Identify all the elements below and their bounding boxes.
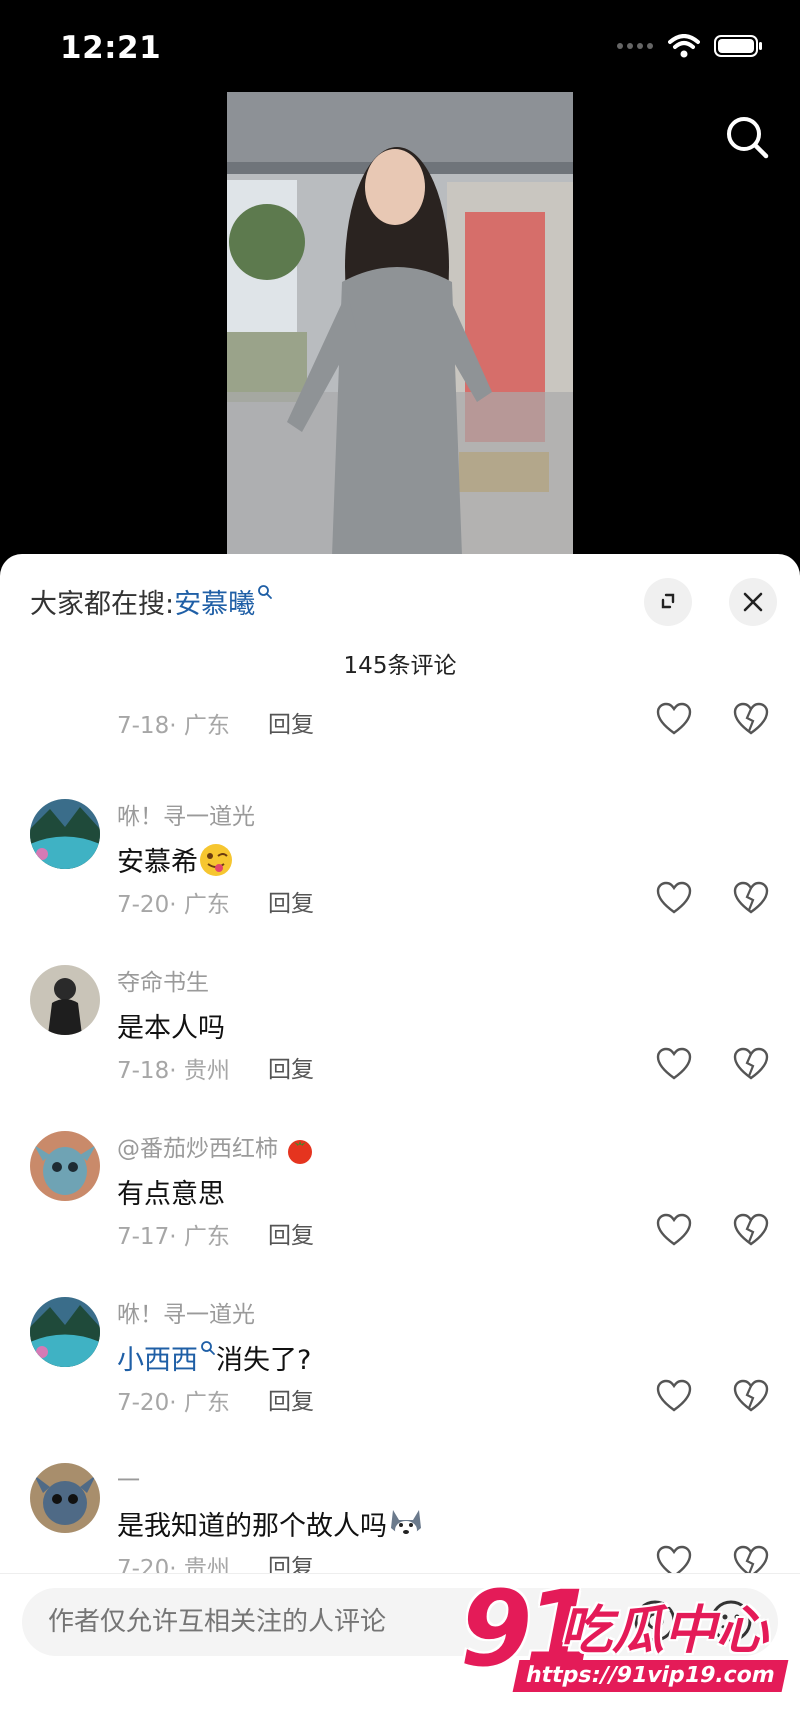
broken-heart-icon[interactable] [733, 881, 769, 915]
comment-username[interactable]: 咻！寻一道光 [117, 797, 255, 831]
wifi-icon [668, 34, 700, 58]
broken-heart-icon[interactable] [733, 702, 769, 736]
comment-meta: 7-20· 广东 [117, 892, 230, 918]
heart-icon[interactable] [656, 881, 692, 915]
tomato-emoji-icon [288, 1139, 313, 1164]
search-button[interactable] [720, 110, 776, 166]
avatar[interactable] [30, 1297, 100, 1367]
heart-icon[interactable] [656, 1047, 692, 1081]
face-with-tongue-emoji-icon [200, 843, 232, 876]
comment-username[interactable]: 咻！寻一道光 [117, 1295, 255, 1329]
broken-heart-icon[interactable] [733, 1047, 769, 1081]
avatar[interactable] [30, 1131, 100, 1201]
search-icon [727, 117, 769, 159]
reply-button[interactable]: 回复 [268, 1050, 314, 1084]
comment-item: 咻！寻一道光 安慕希 7-20· 广东 回复 [0, 787, 800, 947]
comment-text: 有点意思 [117, 1179, 225, 1210]
reply-button[interactable]: 回复 [268, 705, 314, 739]
watermark-logo: 91 吃瓜中心 https://91vip19.com [460, 1568, 789, 1702]
broken-heart-icon[interactable] [733, 1213, 769, 1247]
watermark-url: https://91vip19.com [512, 1660, 789, 1692]
small-search-icon [258, 584, 273, 599]
comments-sheet: 大家都在搜: 安慕曦 145条评论 7-18· 广东 回复 咻！寻一道光 安慕希… [0, 554, 800, 1731]
comment-item: 夺命书生 是本人吗 7-18· 贵州 回复 [0, 953, 800, 1113]
heart-icon[interactable] [656, 702, 692, 736]
status-bar: 12:21 [0, 0, 800, 96]
search-link[interactable]: 小西西 [117, 1338, 198, 1377]
avatar[interactable] [30, 1463, 100, 1533]
comment-meta: 7-17· 广东 [117, 1224, 230, 1250]
small-search-icon [201, 1340, 215, 1355]
comment-meta: 7-20· 广东 [117, 1390, 230, 1416]
status-icons [616, 34, 764, 58]
avatar[interactable] [30, 799, 100, 869]
comment-text: 安慕希 [117, 840, 234, 879]
cellular-signal-icon [617, 43, 653, 49]
comment-text: 是我知道的那个故人吗 [117, 1504, 425, 1543]
battery-icon [714, 35, 762, 57]
comment-item: 咻！寻一道光 小西西 消失了? 7-20· 广东 回复 [0, 1285, 800, 1445]
comment-meta: 7-18· 广东 [117, 713, 230, 739]
heart-icon[interactable] [656, 1213, 692, 1247]
comment-username[interactable]: 夺命书生 [117, 963, 209, 997]
video-thumbnail[interactable] [227, 92, 573, 556]
comment-item: 7-18· 广东 回复 [0, 608, 800, 768]
comment-item: @番茄炒西红柿 有点意思 7-17· 广东 回复 [0, 1119, 800, 1279]
status-time: 12:21 [60, 30, 162, 66]
comment-text: 小西西 消失了? [117, 1338, 311, 1377]
avatar[interactable] [30, 965, 100, 1035]
reply-button[interactable]: 回复 [268, 1382, 314, 1416]
broken-heart-icon[interactable] [733, 1379, 769, 1413]
reply-button[interactable]: 回复 [268, 1216, 314, 1250]
heart-icon[interactable] [656, 1379, 692, 1413]
comment-username[interactable]: @番茄炒西红柿 [117, 1129, 315, 1165]
comment-meta: 7-18· 贵州 [117, 1058, 230, 1084]
watermark-brand: 吃瓜中心 [560, 1601, 769, 1661]
husky-dog-emoji-icon [391, 1509, 421, 1539]
reply-button[interactable]: 回复 [268, 884, 314, 918]
comment-text: 是本人吗 [117, 1013, 225, 1044]
comment-username[interactable]: 一 [117, 1461, 140, 1495]
